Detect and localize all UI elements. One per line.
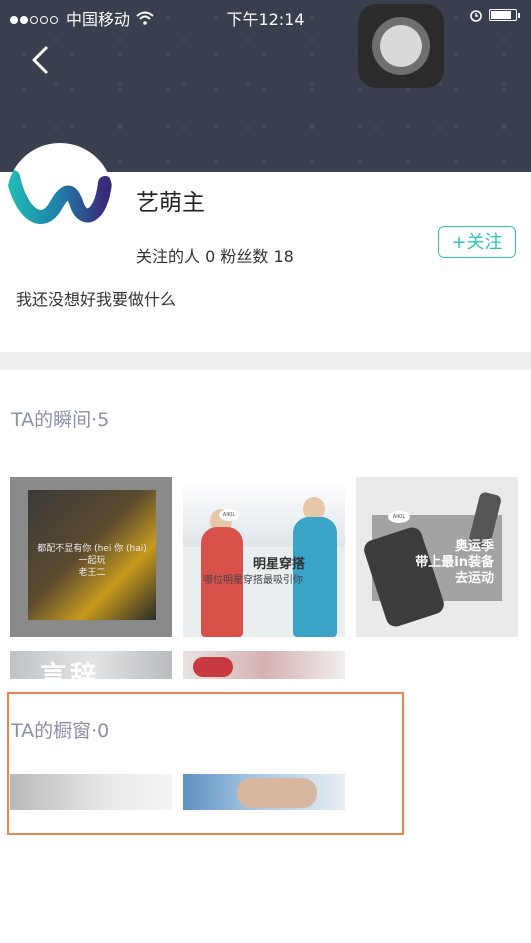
assistive-touch-button[interactable] [358, 4, 444, 88]
battery-level [491, 11, 512, 19]
assistive-touch-icon [372, 17, 430, 75]
moment-photo [193, 657, 233, 677]
back-chevron-icon[interactable] [26, 42, 56, 78]
moment-thumbnail-4[interactable]: 言辞 [10, 651, 172, 679]
moment-text: 言辞 [40, 661, 101, 679]
status-right-group [469, 8, 520, 22]
status-time: 下午12:14 [226, 10, 305, 29]
highlight-box [7, 692, 404, 835]
avatar[interactable] [7, 143, 113, 249]
moment-thumbnail-3[interactable]: AIKIL 奥运季 带上最in装备 去运动 [356, 477, 518, 637]
profile-name: 艺萌主 [136, 190, 205, 216]
brand-logo-icon [7, 170, 112, 224]
follow-button[interactable]: +关注 [438, 226, 516, 258]
section-divider [0, 352, 531, 370]
alarm-icon [470, 10, 482, 22]
moment-text: 奥运季 带上最in装备 去运动 [415, 539, 494, 586]
brand-tag: AIKIL [219, 509, 239, 521]
moment-subline: 哪位明星穿搭最吸引你 [203, 575, 303, 586]
follow-stats[interactable]: 关注的人 0 粉丝数 18 [136, 243, 294, 267]
status-bar: 中国移动 下午12:14 [0, 0, 531, 32]
battery-icon [489, 9, 520, 21]
moment-thumbnail-5[interactable] [183, 651, 345, 679]
brand-tag: AIKIL [388, 511, 410, 523]
moment-headline: 明星穿搭 [253, 557, 306, 572]
moment-caption: 都配不显有你 (hei 你 (hai) 一起玩 老王二 [37, 544, 147, 578]
moments-title: TA的瞬间·5 [11, 409, 110, 431]
profile-bio: 我还没想好我要做什么 [16, 290, 177, 309]
moment-thumbnail-1[interactable]: 都配不显有你 (hei 你 (hai) 一起玩 老王二 [10, 477, 172, 637]
moment-thumbnail-2[interactable]: AIKIL 明星穿搭 哪位明星穿搭最吸引你 [183, 477, 345, 637]
